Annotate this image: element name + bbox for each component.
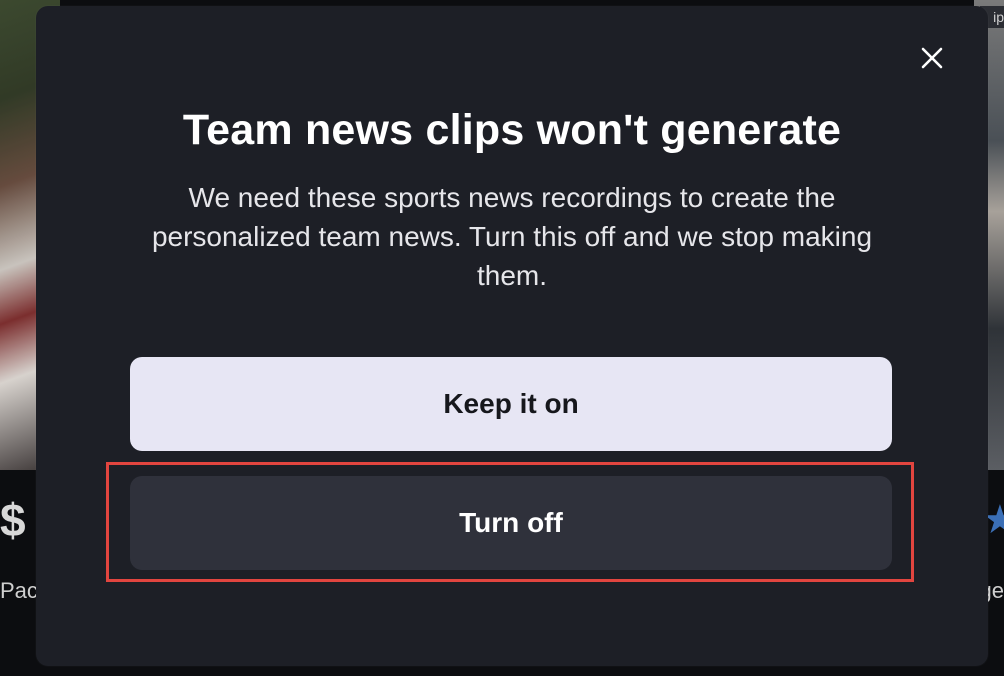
close-icon — [916, 42, 948, 74]
dialog-title: Team news clips won't generate — [182, 106, 842, 154]
confirm-dialog: Team news clips won't generate We need t… — [36, 6, 988, 666]
background-card-label-left: Pac — [0, 578, 38, 603]
turn-off-button[interactable]: Turn off — [130, 476, 892, 570]
dialog-description: We need these sports news recordings to … — [151, 182, 873, 291]
close-button[interactable] — [916, 42, 948, 74]
keep-it-on-button[interactable]: Keep it on — [130, 357, 892, 451]
team-logo-icon: $ — [0, 494, 26, 546]
